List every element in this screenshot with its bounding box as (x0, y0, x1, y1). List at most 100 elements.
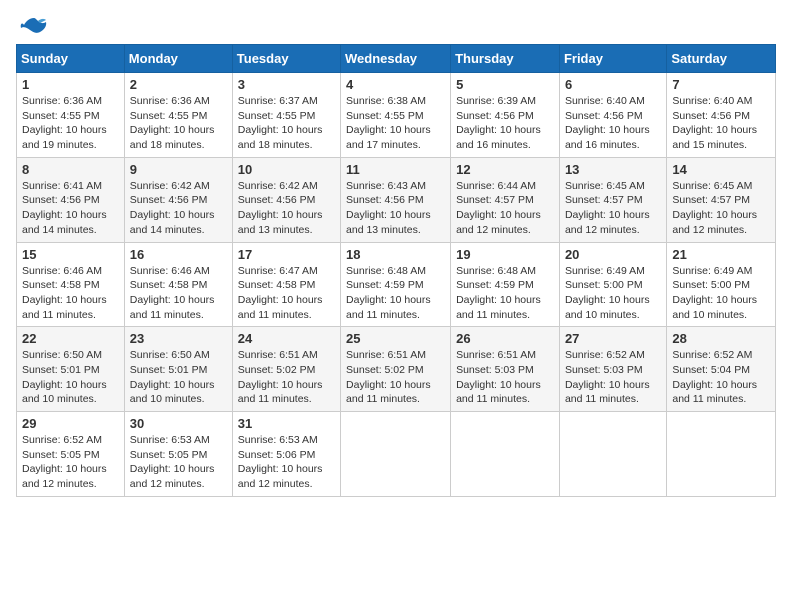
calendar-day-cell: 26 Sunrise: 6:51 AM Sunset: 5:03 PM Dayl… (451, 327, 560, 412)
sunset-label: Sunset: 5:02 PM (346, 364, 424, 376)
calendar-day-cell: 2 Sunrise: 6:36 AM Sunset: 4:55 PM Dayli… (124, 73, 232, 158)
sunrise-label: Sunrise: 6:51 AM (456, 349, 536, 361)
calendar-week-row: 8 Sunrise: 6:41 AM Sunset: 4:56 PM Dayli… (17, 157, 776, 242)
calendar-day-cell: 17 Sunrise: 6:47 AM Sunset: 4:58 PM Dayl… (232, 242, 340, 327)
daylight-label: Daylight: 10 hours and 14 minutes. (22, 209, 107, 236)
day-info: Sunrise: 6:44 AM Sunset: 4:57 PM Dayligh… (456, 179, 554, 238)
day-info: Sunrise: 6:49 AM Sunset: 5:00 PM Dayligh… (672, 264, 770, 323)
logo-bird-icon (20, 16, 48, 36)
day-info: Sunrise: 6:52 AM Sunset: 5:03 PM Dayligh… (565, 348, 661, 407)
daylight-label: Daylight: 10 hours and 11 minutes. (346, 379, 431, 406)
day-number: 6 (565, 77, 661, 92)
day-number: 10 (238, 162, 335, 177)
daylight-label: Daylight: 10 hours and 10 minutes. (565, 294, 650, 321)
calendar-day-cell: 22 Sunrise: 6:50 AM Sunset: 5:01 PM Dayl… (17, 327, 125, 412)
sunrise-label: Sunrise: 6:43 AM (346, 180, 426, 192)
day-info: Sunrise: 6:52 AM Sunset: 5:05 PM Dayligh… (22, 433, 119, 492)
calendar-day-cell: 4 Sunrise: 6:38 AM Sunset: 4:55 PM Dayli… (341, 73, 451, 158)
sunset-label: Sunset: 4:56 PM (565, 110, 643, 122)
sunrise-label: Sunrise: 6:40 AM (672, 95, 752, 107)
day-info: Sunrise: 6:42 AM Sunset: 4:56 PM Dayligh… (238, 179, 335, 238)
day-info: Sunrise: 6:40 AM Sunset: 4:56 PM Dayligh… (565, 94, 661, 153)
day-info: Sunrise: 6:50 AM Sunset: 5:01 PM Dayligh… (22, 348, 119, 407)
calendar-day-cell: 7 Sunrise: 6:40 AM Sunset: 4:56 PM Dayli… (667, 73, 776, 158)
calendar-header-monday: Monday (124, 45, 232, 73)
calendar-day-cell (559, 412, 666, 497)
logo (16, 16, 48, 36)
sunrise-label: Sunrise: 6:41 AM (22, 180, 102, 192)
daylight-label: Daylight: 10 hours and 11 minutes. (565, 379, 650, 406)
day-number: 29 (22, 416, 119, 431)
calendar-week-row: 1 Sunrise: 6:36 AM Sunset: 4:55 PM Dayli… (17, 73, 776, 158)
sunrise-label: Sunrise: 6:50 AM (130, 349, 210, 361)
daylight-label: Daylight: 10 hours and 17 minutes. (346, 124, 431, 151)
daylight-label: Daylight: 10 hours and 11 minutes. (238, 379, 323, 406)
day-number: 20 (565, 247, 661, 262)
day-number: 31 (238, 416, 335, 431)
daylight-label: Daylight: 10 hours and 11 minutes. (238, 294, 323, 321)
day-number: 16 (130, 247, 227, 262)
sunset-label: Sunset: 5:02 PM (238, 364, 316, 376)
calendar-week-row: 15 Sunrise: 6:46 AM Sunset: 4:58 PM Dayl… (17, 242, 776, 327)
day-info: Sunrise: 6:52 AM Sunset: 5:04 PM Dayligh… (672, 348, 770, 407)
daylight-label: Daylight: 10 hours and 14 minutes. (130, 209, 215, 236)
day-info: Sunrise: 6:36 AM Sunset: 4:55 PM Dayligh… (130, 94, 227, 153)
sunset-label: Sunset: 4:56 PM (22, 194, 100, 206)
sunset-label: Sunset: 4:55 PM (130, 110, 208, 122)
day-info: Sunrise: 6:45 AM Sunset: 4:57 PM Dayligh… (672, 179, 770, 238)
daylight-label: Daylight: 10 hours and 16 minutes. (456, 124, 541, 151)
sunset-label: Sunset: 5:03 PM (456, 364, 534, 376)
sunset-label: Sunset: 5:00 PM (672, 279, 750, 291)
daylight-label: Daylight: 10 hours and 11 minutes. (672, 379, 757, 406)
sunrise-label: Sunrise: 6:42 AM (130, 180, 210, 192)
calendar-day-cell: 30 Sunrise: 6:53 AM Sunset: 5:05 PM Dayl… (124, 412, 232, 497)
daylight-label: Daylight: 10 hours and 18 minutes. (238, 124, 323, 151)
calendar-header-sunday: Sunday (17, 45, 125, 73)
sunset-label: Sunset: 5:01 PM (130, 364, 208, 376)
sunrise-label: Sunrise: 6:38 AM (346, 95, 426, 107)
sunrise-label: Sunrise: 6:46 AM (22, 265, 102, 277)
day-info: Sunrise: 6:48 AM Sunset: 4:59 PM Dayligh… (346, 264, 445, 323)
calendar-header-saturday: Saturday (667, 45, 776, 73)
calendar-day-cell: 29 Sunrise: 6:52 AM Sunset: 5:05 PM Dayl… (17, 412, 125, 497)
day-number: 9 (130, 162, 227, 177)
calendar-header-row: SundayMondayTuesdayWednesdayThursdayFrid… (17, 45, 776, 73)
daylight-label: Daylight: 10 hours and 11 minutes. (456, 379, 541, 406)
day-number: 27 (565, 331, 661, 346)
day-number: 7 (672, 77, 770, 92)
day-info: Sunrise: 6:51 AM Sunset: 5:03 PM Dayligh… (456, 348, 554, 407)
sunrise-label: Sunrise: 6:40 AM (565, 95, 645, 107)
day-info: Sunrise: 6:50 AM Sunset: 5:01 PM Dayligh… (130, 348, 227, 407)
calendar-day-cell: 9 Sunrise: 6:42 AM Sunset: 4:56 PM Dayli… (124, 157, 232, 242)
sunset-label: Sunset: 4:56 PM (672, 110, 750, 122)
sunset-label: Sunset: 5:01 PM (22, 364, 100, 376)
sunset-label: Sunset: 4:57 PM (565, 194, 643, 206)
daylight-label: Daylight: 10 hours and 13 minutes. (346, 209, 431, 236)
sunrise-label: Sunrise: 6:48 AM (346, 265, 426, 277)
day-number: 15 (22, 247, 119, 262)
day-info: Sunrise: 6:53 AM Sunset: 5:06 PM Dayligh… (238, 433, 335, 492)
sunset-label: Sunset: 4:58 PM (22, 279, 100, 291)
sunrise-label: Sunrise: 6:50 AM (22, 349, 102, 361)
day-number: 4 (346, 77, 445, 92)
daylight-label: Daylight: 10 hours and 11 minutes. (22, 294, 107, 321)
sunset-label: Sunset: 4:59 PM (346, 279, 424, 291)
calendar-day-cell: 18 Sunrise: 6:48 AM Sunset: 4:59 PM Dayl… (341, 242, 451, 327)
day-info: Sunrise: 6:49 AM Sunset: 5:00 PM Dayligh… (565, 264, 661, 323)
day-info: Sunrise: 6:46 AM Sunset: 4:58 PM Dayligh… (130, 264, 227, 323)
day-number: 5 (456, 77, 554, 92)
calendar-header-friday: Friday (559, 45, 666, 73)
daylight-label: Daylight: 10 hours and 12 minutes. (565, 209, 650, 236)
day-number: 30 (130, 416, 227, 431)
calendar-day-cell: 14 Sunrise: 6:45 AM Sunset: 4:57 PM Dayl… (667, 157, 776, 242)
day-info: Sunrise: 6:46 AM Sunset: 4:58 PM Dayligh… (22, 264, 119, 323)
day-info: Sunrise: 6:42 AM Sunset: 4:56 PM Dayligh… (130, 179, 227, 238)
daylight-label: Daylight: 10 hours and 10 minutes. (22, 379, 107, 406)
sunrise-label: Sunrise: 6:42 AM (238, 180, 318, 192)
calendar-day-cell: 6 Sunrise: 6:40 AM Sunset: 4:56 PM Dayli… (559, 73, 666, 158)
sunrise-label: Sunrise: 6:53 AM (130, 434, 210, 446)
sunrise-label: Sunrise: 6:46 AM (130, 265, 210, 277)
calendar-day-cell: 23 Sunrise: 6:50 AM Sunset: 5:01 PM Dayl… (124, 327, 232, 412)
sunrise-label: Sunrise: 6:53 AM (238, 434, 318, 446)
daylight-label: Daylight: 10 hours and 12 minutes. (456, 209, 541, 236)
